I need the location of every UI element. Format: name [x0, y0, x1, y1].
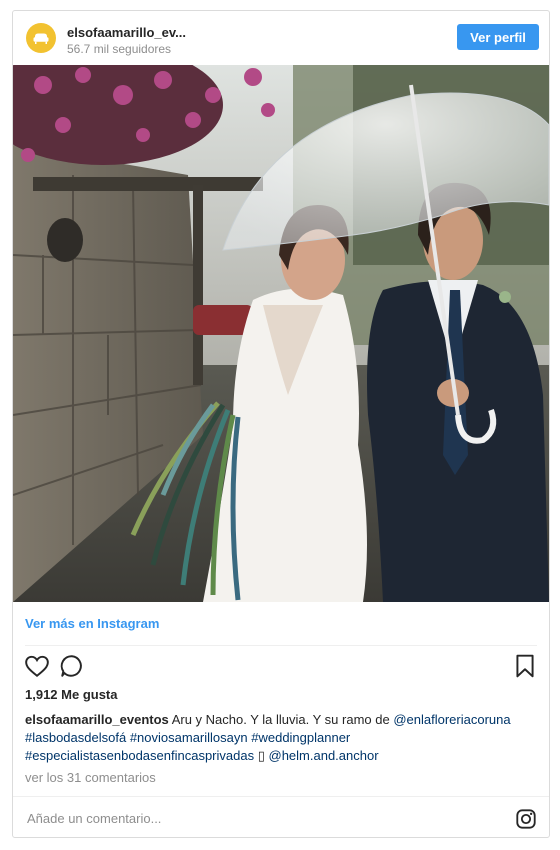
hashtag-link[interactable]: #lasbodasdelsofá — [25, 730, 126, 745]
sofa-icon — [33, 33, 49, 44]
followers-count: 56.7 mil seguidores — [67, 42, 172, 56]
bookmark-icon[interactable] — [512, 653, 538, 679]
caption-text: Aru y Nacho. Y la lluvia. Y su ramo de — [171, 712, 390, 727]
comment-icon[interactable] — [59, 653, 85, 679]
divider — [13, 796, 549, 797]
action-bar — [13, 651, 549, 683]
caption-username[interactable]: elsofaamarillo_eventos — [25, 712, 169, 727]
view-more-instagram-link[interactable]: Ver más en Instagram — [25, 616, 159, 631]
hashtag-link[interactable]: #especialistasenbodasenfincasprivadas — [25, 748, 254, 763]
instagram-embed-card: elsofaamarillo_ev... 56.7 mil seguidores… — [12, 10, 550, 838]
mention-link[interactable]: @enlafloreriacoruna — [393, 712, 510, 727]
account-name[interactable]: elsofaamarillo_ev... — [67, 25, 186, 40]
wedding-photo-image — [13, 65, 549, 602]
post-photo[interactable] — [13, 65, 549, 602]
instagram-icon[interactable] — [515, 808, 537, 830]
hashtag-link[interactable]: #weddingplanner — [251, 730, 350, 745]
post-header: elsofaamarillo_ev... 56.7 mil seguidores… — [13, 11, 549, 65]
comment-input[interactable] — [25, 810, 469, 827]
mention-link[interactable]: @helm.and.anchor — [269, 748, 379, 763]
view-profile-button[interactable]: Ver perfil — [457, 24, 539, 50]
view-comments-link[interactable]: ver los 31 comentarios — [25, 770, 156, 785]
hashtag-link[interactable]: #noviosamarillosayn — [130, 730, 248, 745]
post-caption: elsofaamarillo_eventos Aru y Nacho. Y la… — [25, 711, 537, 765]
heart-icon[interactable] — [24, 653, 50, 679]
likes-count: 1,912 Me gusta — [25, 687, 118, 702]
avatar[interactable] — [26, 23, 56, 53]
emoji-placeholder: ▯ — [257, 748, 265, 763]
divider — [25, 645, 537, 646]
